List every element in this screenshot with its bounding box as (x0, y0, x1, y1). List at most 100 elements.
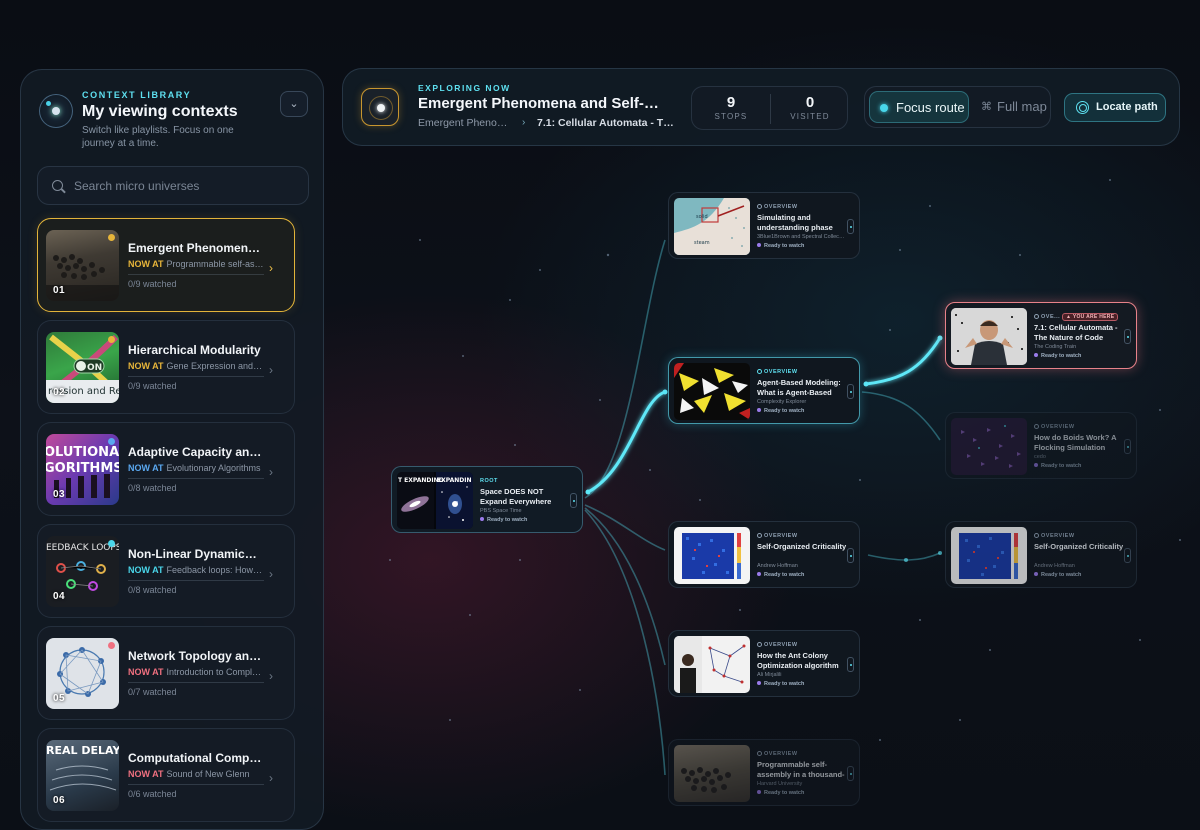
you-are-here-badge: ▲ YOU ARE HERE (1062, 313, 1119, 321)
context-watched-count: 0/8 watched (128, 483, 177, 493)
node-title: How the Ant Colony Optimization algorith… (757, 651, 839, 670)
node-tag: OVERVIEW (1034, 424, 1075, 430)
node-source: Complexity Explorer (757, 399, 807, 405)
link-abm-ca-active (865, 337, 942, 386)
node-source: Harvard University (757, 781, 803, 787)
context-number: 02 (53, 387, 66, 398)
focus-dot-icon (880, 104, 888, 112)
node-source: The Coding Train (1034, 344, 1077, 350)
exploring-header: EXPLORING NOW Emergent Phenomena and Sel… (342, 68, 1180, 146)
node-title: Self-Organized Criticality (1034, 542, 1124, 551)
focus-route-button[interactable]: Focus route (869, 91, 969, 123)
node-title: Simulating and understanding phase trans… (757, 213, 833, 232)
node-thumbnail (951, 527, 1027, 584)
node-title: Agent-Based Modeling: What is Agent-Base… (757, 378, 841, 397)
node-source: Andrew Hoffman (1034, 563, 1075, 569)
node-thumbnail (951, 418, 1027, 475)
graph-node-self-organized-criticality-2[interactable]: OVERVIEW Self-Organized Criticality Andr… (945, 521, 1137, 588)
svg-text:steam: steam (694, 240, 710, 246)
context-status-dot (108, 234, 115, 241)
exploring-title: Emergent Phenomena and Self-Organization (418, 95, 668, 112)
graph-node-self-organized-criticality[interactable]: OVERVIEW Self-Organized Criticality Andr… (668, 521, 860, 588)
node-port-icon[interactable] (1124, 439, 1131, 454)
node-status: Ready to watch (1034, 572, 1081, 578)
node-source: cedo (1034, 454, 1046, 460)
node-port-icon[interactable] (847, 766, 854, 781)
library-subtitle: Switch like playlists. Focus on one jour… (82, 125, 234, 149)
context-now-at: NOW AT Sound of New Glenn (128, 769, 264, 785)
graph-node-root[interactable]: T EXPANDING EXPANDIN ROOT Space DOES NOT … (391, 466, 583, 533)
context-status-dot (108, 540, 115, 547)
command-icon: ⌘ (981, 101, 992, 113)
search-box[interactable] (37, 166, 309, 205)
search-icon (52, 180, 63, 191)
graph-node-ant-colony[interactable]: OVERVIEW How the Ant Colony Optimization… (668, 630, 860, 697)
breadcrumb-current[interactable]: 7.1: Cellular Automata - The Nature of C… (537, 117, 677, 129)
node-port-icon[interactable] (847, 657, 854, 672)
context-now-at: NOW ATGene Expression and Regulation (128, 361, 264, 377)
link-soc-soc (867, 552, 941, 561)
context-name: Computational Complexity (128, 751, 263, 765)
graph-node-phase-transitions[interactable]: solid steam OVERVIEW Simulating and under… (668, 192, 860, 259)
node-thumbnail: solid steam (674, 198, 750, 255)
node-title: How do Boids Work? A Flocking Simulation (1034, 433, 1117, 452)
context-thumbnail: ONression and Reg 02 (46, 332, 119, 403)
node-title: Self-Organized Criticality (757, 542, 847, 551)
graph-node-agent-based-modeling[interactable]: OVERVIEW Agent-Based Modeling: What is A… (668, 357, 860, 424)
visited-label: VISITED (790, 112, 830, 121)
context-item-computational[interactable]: REAL DELAY 06 Computational Complexity N… (37, 728, 295, 822)
context-number: 06 (53, 795, 66, 806)
search-input[interactable] (74, 167, 304, 204)
context-item-network[interactable]: 05 Network Topology and Connectivity NOW… (37, 626, 295, 720)
collapse-library-button[interactable]: ⌄ (280, 91, 308, 117)
context-thumbnail: 05 (46, 638, 119, 709)
breadcrumb-root[interactable]: Emergent Phenomena and Self-Organization (418, 117, 516, 129)
node-thumbnail: T EXPANDING EXPANDIN (397, 472, 473, 529)
library-logo-icon (39, 94, 73, 128)
node-status: Ready to watch (757, 572, 804, 578)
node-thumbnail (674, 745, 750, 802)
context-thumbnail: OLUTIONARGORITHMS 03 (46, 434, 119, 505)
node-port-icon[interactable] (847, 384, 854, 399)
node-source: PBS Space Time (480, 508, 522, 514)
chevron-right-icon: › (269, 567, 273, 581)
node-port-icon[interactable] (847, 219, 854, 234)
node-status: Ready to watch (1034, 353, 1081, 359)
context-number: 04 (53, 591, 66, 602)
link-root-swarm (584, 509, 666, 776)
graph-node-cellular-automata[interactable]: OVE... ▲ YOU ARE HERE 7.1: Cellular Auto… (945, 302, 1137, 369)
context-item-nonlinear[interactable]: EEDBACK LOOPS IN 04 Non-Linear Dynamics … (37, 524, 295, 618)
node-tag: OVERVIEW (757, 369, 798, 375)
context-item-hierarchical[interactable]: ONression and Reg 02 Hierarchical Modula… (37, 320, 295, 414)
node-tag: OVE... (1034, 314, 1060, 320)
target-icon (1076, 101, 1089, 114)
context-watched-count: 0/7 watched (128, 687, 177, 697)
context-library-panel: CONTEXT LIBRARY My viewing contexts Swit… (20, 69, 324, 830)
node-port-icon[interactable] (847, 548, 854, 563)
graph-node-robot-swarm[interactable]: OVERVIEW Programmable self-assembly in a… (668, 739, 860, 806)
context-name: Network Topology and Connectivity (128, 649, 263, 663)
library-title: My viewing contexts (82, 103, 238, 120)
context-number: 01 (53, 285, 66, 296)
full-map-button[interactable]: ⌘ Full map (971, 91, 1049, 123)
chevron-down-icon: ⌄ (289, 98, 299, 110)
locate-path-button[interactable]: Locate path (1064, 93, 1166, 122)
graph-node-boids[interactable]: OVERVIEW How do Boids Work? A Flocking S… (945, 412, 1137, 479)
context-watched-count: 0/6 watched (128, 789, 177, 799)
exploring-kicker: EXPLORING NOW (418, 83, 511, 93)
library-kicker: CONTEXT LIBRARY (82, 90, 192, 100)
node-port-icon[interactable] (1124, 548, 1131, 563)
node-port-icon[interactable] (570, 493, 577, 508)
node-port-icon[interactable] (1124, 329, 1131, 344)
node-title: Programmable self-assembly in a thousand… (757, 760, 845, 779)
context-item-adaptive[interactable]: OLUTIONARGORITHMS 03 Adaptive Capacity a… (37, 422, 295, 516)
node-status: Ready to watch (480, 517, 527, 523)
node-status: Ready to watch (757, 790, 804, 796)
node-tag: ROOT (480, 478, 498, 484)
context-item-emergent[interactable]: 01 Emergent Phenomena and Self-Organizat… (37, 218, 295, 312)
link-root-soc (584, 504, 666, 551)
svg-text:OLUTIONAR: OLUTIONAR (46, 445, 119, 460)
svg-text:ON: ON (87, 363, 102, 373)
node-title: 7.1: Cellular Automata - The Nature of C… (1034, 323, 1118, 342)
context-name: Emergent Phenomena and Self-Organization (128, 241, 263, 255)
